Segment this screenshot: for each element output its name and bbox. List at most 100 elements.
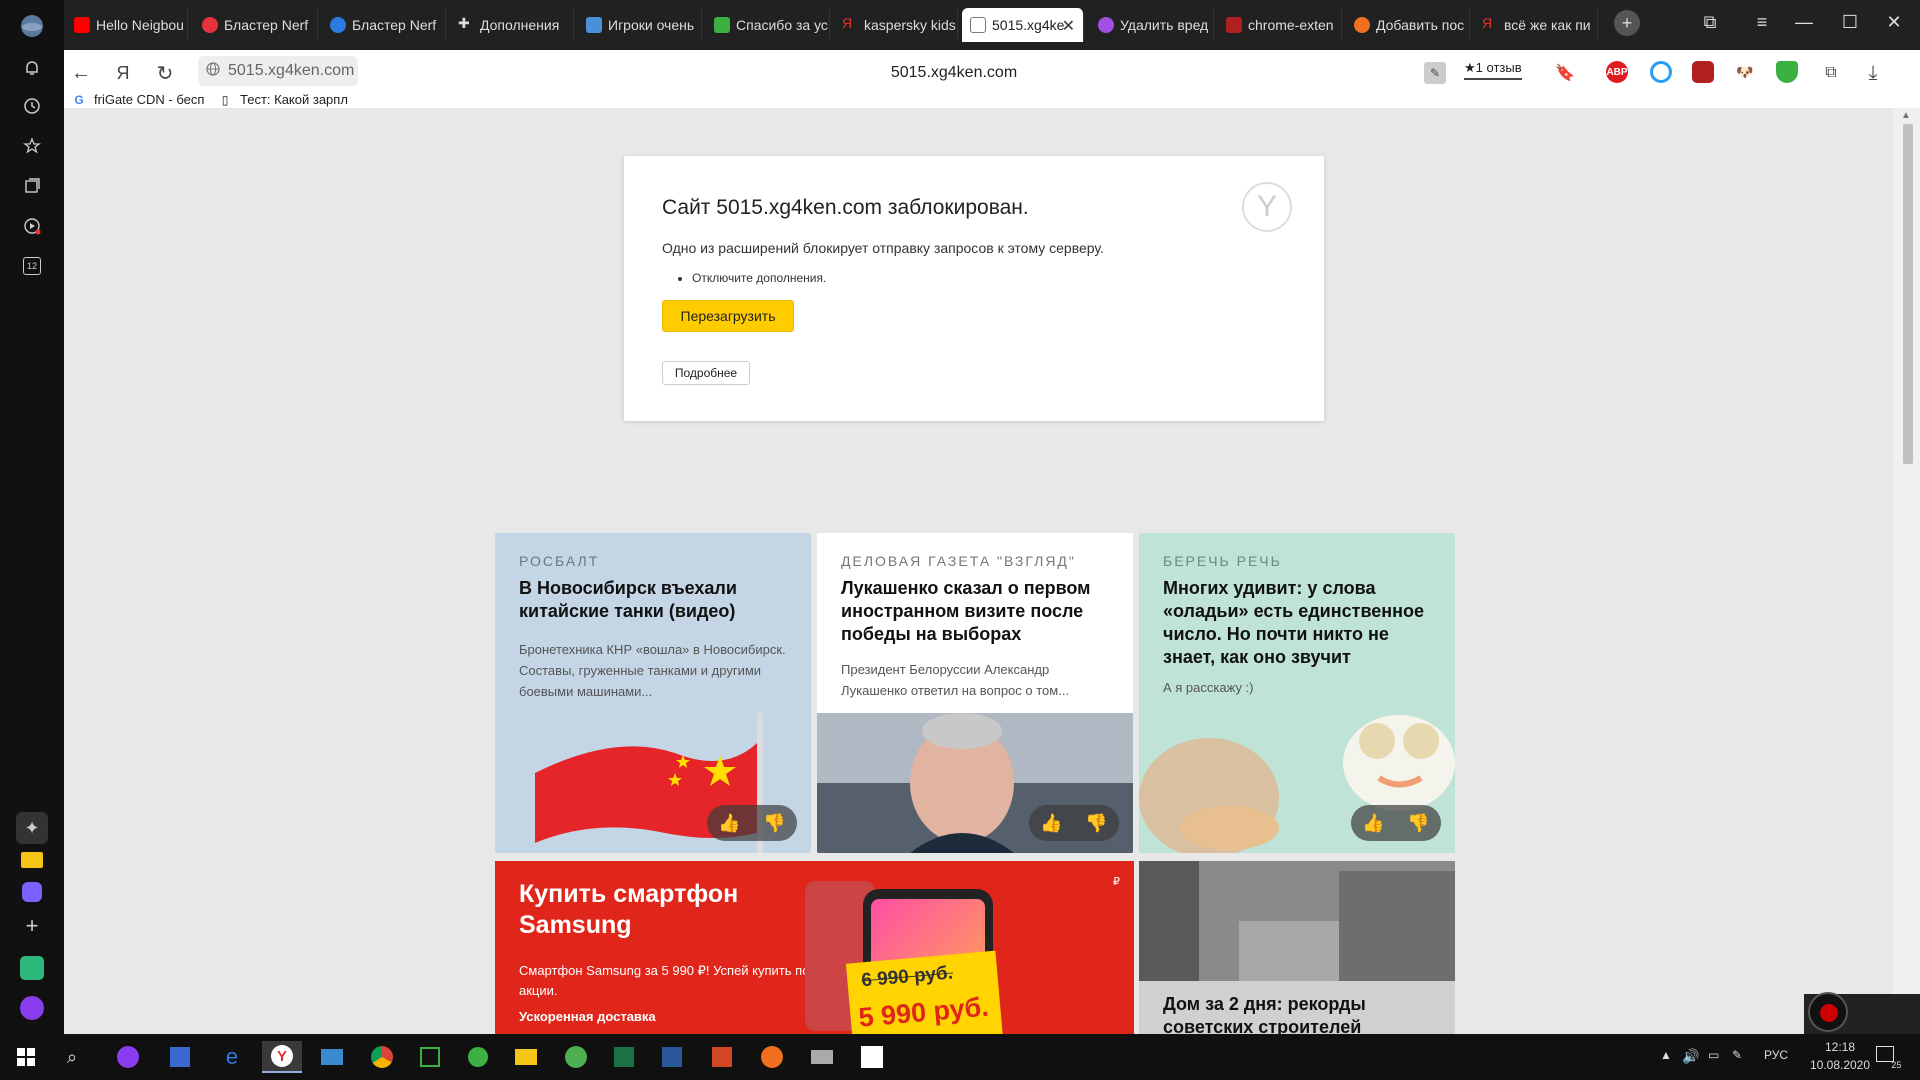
zen-app-icon[interactable] [16,952,48,984]
volume-icon[interactable]: 🔊 [1682,1048,1699,1065]
video-play-icon[interactable] [16,210,48,242]
excel-icon[interactable] [604,1041,644,1073]
tray-chevron-icon[interactable]: ▲ [1660,1048,1672,1062]
scroll-up-arrow-icon[interactable]: ▲ [1901,110,1911,121]
notifications-bell-icon[interactable] [16,52,48,84]
tab-active[interactable]: 5015.xg4ke ✕ [962,8,1084,42]
calendar-icon[interactable]: 12 [16,250,48,282]
bookmark-flag-icon[interactable]: 🔖 [1552,60,1578,86]
pen-tray-icon[interactable]: ✎ [1732,1048,1742,1062]
app-icon[interactable] [852,1041,892,1073]
input-language[interactable]: РУС [1764,1048,1788,1062]
chrome-icon[interactable] [362,1041,402,1073]
alice-taskbar-icon[interactable] [108,1041,148,1073]
maximize-icon[interactable]: ☐ [1838,12,1862,33]
news-card[interactable]: ДЕЛОВАЯ ГАЗЕТА "ВЗГЛЯД" Лукашенко сказал… [817,533,1133,853]
menu-hamburger-icon[interactable]: ≡ [1750,12,1774,33]
address-bar[interactable]: 5015.xg4ken.com [198,56,358,86]
card-snippet: А я расскажу :) [1163,680,1254,695]
sparkle-icon[interactable]: ✦ [16,812,48,844]
thumbs-up-icon[interactable]: 👍 [1040,813,1062,834]
browser-app-icon[interactable] [752,1041,792,1073]
reviews-button[interactable]: ★1 отзыв [1464,60,1522,80]
thumbs-down-icon[interactable]: 👎 [1407,813,1429,834]
edge-icon[interactable]: e [212,1041,252,1073]
bookmark-item[interactable]: ▯ Тест: Какой зарпл [218,92,348,107]
news-card[interactable]: РОСБАЛТ В Новосибирск въехали китайские … [495,533,811,853]
downloads-panel-icon[interactable]: ⧉ [1818,60,1844,86]
page-icon [970,17,986,33]
news-card[interactable]: Дом за 2 дня: рекорды советских строител… [1139,861,1455,1034]
yandex-icon: Я [842,15,853,31]
minimize-icon[interactable]: — [1792,12,1816,33]
ad-card[interactable]: Купить смартфон Samsung Смартфон Samsung… [495,861,1134,1034]
tab-11[interactable]: Явсё же как пи [1474,8,1598,42]
page-scrollbar[interactable]: ▲ [1893,108,1920,1034]
back-arrow-icon[interactable]: ← [68,60,94,86]
messenger-icon[interactable] [16,876,48,908]
tab-3[interactable]: ✚ Дополнения [450,8,574,42]
new-tab-plus-icon[interactable]: + [1614,10,1640,36]
tab-5[interactable]: Спасибо за ус [706,8,830,42]
utorrent-icon[interactable] [556,1041,596,1073]
bookmark-item[interactable]: G friGate CDN - бесп [72,92,204,107]
tab-6[interactable]: Яkaspersky kids [834,8,958,42]
close-window-icon[interactable]: ✕ [1882,12,1906,33]
scroll-thumb[interactable] [1903,124,1913,464]
mail-icon[interactable] [16,844,48,876]
reload-icon[interactable]: ↻ [152,60,178,86]
shield-extension-icon[interactable] [1776,61,1798,83]
ublock-icon [1226,17,1242,33]
terminal-app-icon[interactable] [410,1041,450,1073]
page-icon: ▯ [221,92,229,107]
word-icon[interactable] [652,1041,692,1073]
search-icon[interactable]: ⌕ [52,1041,92,1073]
xbox-icon[interactable] [458,1041,498,1073]
clock[interactable]: 12:18 [1815,1040,1865,1054]
browser-logo-icon[interactable] [16,10,48,42]
news-card[interactable]: БЕРЕЧЬ РЕЧЬ Многих удивит: у слова «олад… [1139,533,1455,853]
tab-8[interactable]: Удалить вред [1090,8,1214,42]
file-explorer-icon[interactable] [506,1041,546,1073]
close-tab-icon[interactable]: ✕ [1062,16,1075,36]
details-button[interactable]: Подробнее [662,361,750,385]
bookmarks-star-icon[interactable] [16,130,48,162]
frigate-icon[interactable] [1650,61,1672,83]
download-arrow-icon[interactable]: ⤓ [1860,60,1886,86]
tab-10[interactable]: Добавить пос [1346,8,1470,42]
ublock-icon[interactable] [1692,61,1714,83]
yandex-home-button[interactable]: Я [110,60,136,86]
yandex-browser-logo-icon: Y [1242,182,1292,232]
tab-2[interactable]: Бластер Nerf [322,8,446,42]
tab-4[interactable]: Игроки очень [578,8,702,42]
card-title: Дом за 2 дня: рекорды советских строител… [1163,994,1366,1034]
pen-icon[interactable]: ✎ [1424,62,1446,84]
mail-taskbar-icon[interactable] [312,1041,352,1073]
alice-icon[interactable] [16,992,48,1024]
notification-center-icon[interactable]: 25 [1876,1046,1907,1070]
tab-0[interactable]: Hello Neigbou [66,8,188,42]
save-app-icon[interactable] [160,1041,200,1073]
collections-icon[interactable] [16,170,48,202]
error-hint: Отключите дополнения. [692,271,826,285]
thumbs-up-icon[interactable]: 👍 [718,813,740,834]
yandex-browser-taskbar-icon[interactable]: Y [262,1041,302,1073]
tab-1[interactable]: Бластер Nerf [194,8,318,42]
site-icon [586,17,602,33]
network-icon[interactable]: ▭ [1708,1048,1719,1062]
windows-start-icon[interactable] [6,1041,46,1073]
app-icon[interactable] [802,1041,842,1073]
gaming-mouse-widget[interactable] [1804,992,1920,1034]
thumbs-up-icon[interactable]: 👍 [1362,813,1384,834]
history-clock-icon[interactable] [16,90,48,122]
thumbs-down-icon[interactable]: 👎 [1085,813,1107,834]
card-title: Многих удивит: у слова «оладьи» есть еди… [1163,578,1425,667]
powerpoint-icon[interactable] [702,1041,742,1073]
reload-button[interactable]: Перезагрузить [662,300,794,332]
tab-9[interactable]: chrome-exten [1218,8,1342,42]
add-panel-icon[interactable]: + [16,910,48,942]
adblock-plus-icon[interactable]: ABP [1606,61,1628,83]
tab-manager-icon[interactable]: ⧉ [1698,12,1722,33]
dog-extension-icon[interactable]: 🐶 [1734,61,1756,83]
thumbs-down-icon[interactable]: 👎 [763,813,785,834]
